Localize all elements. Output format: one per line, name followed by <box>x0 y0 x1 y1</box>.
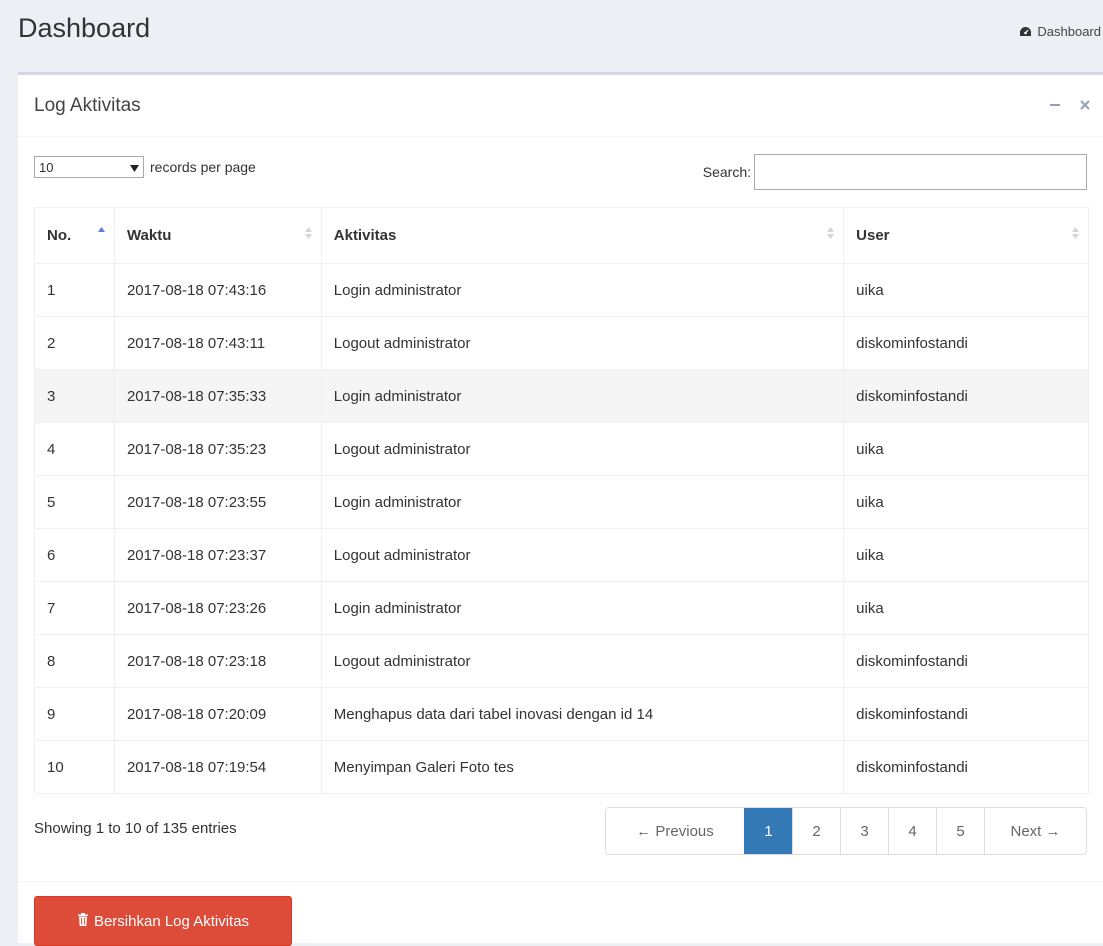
cell-no: 7 <box>34 581 115 635</box>
cell-aktivitas: Logout administrator <box>320 528 845 582</box>
pagination-page-4[interactable]: 4 <box>888 808 936 854</box>
cell-aktivitas: Menyimpan Galeri Foto tes <box>320 740 845 794</box>
page-length-select[interactable]: 10 <box>34 156 144 178</box>
cell-user: uika <box>843 422 1089 476</box>
cell-aktivitas: Login administrator <box>320 475 845 529</box>
cell-no: 4 <box>34 422 115 476</box>
cell-aktivitas: Logout administrator <box>320 316 845 370</box>
clear-log-button[interactable]: Bersihkan Log Aktivitas <box>34 896 292 946</box>
cell-user: diskominfostandi <box>843 634 1089 688</box>
cell-waktu: 2017-08-18 07:43:16 <box>113 263 322 317</box>
breadcrumb-dashboard-link[interactable]: Dashboard <box>1037 24 1101 39</box>
search-label: Search: <box>702 164 751 180</box>
cell-aktivitas: Logout administrator <box>320 634 845 688</box>
page-length-value: 10 <box>39 159 54 175</box>
table-row[interactable]: 3 2017-08-18 07:35:33 Login administrato… <box>34 369 1089 423</box>
cell-user: uika <box>843 475 1089 529</box>
cell-user: diskominfostandi <box>843 740 1089 794</box>
cell-waktu: 2017-08-18 07:19:54 <box>113 740 322 794</box>
table-row[interactable]: 6 2017-08-18 07:23:37 Logout administrat… <box>34 528 1089 582</box>
cell-aktivitas: Menghapus data dari tabel inovasi dengan… <box>320 687 845 741</box>
close-icon[interactable] <box>1077 97 1093 113</box>
cell-waktu: 2017-08-18 07:35:33 <box>113 369 322 423</box>
table-row[interactable]: 7 2017-08-18 07:23:26 Login administrato… <box>34 581 1089 635</box>
table-row[interactable]: 4 2017-08-18 07:35:23 Logout administrat… <box>34 422 1089 476</box>
cell-no: 3 <box>34 369 115 423</box>
table-info: Showing 1 to 10 of 135 entries <box>34 820 237 837</box>
sort-icon <box>304 225 313 245</box>
panel-title: Log Aktivitas <box>34 95 141 116</box>
sort-icon <box>826 225 835 245</box>
dashboard-icon <box>1019 26 1032 38</box>
cell-waktu: 2017-08-18 07:23:18 <box>113 634 322 688</box>
cell-waktu: 2017-08-18 07:20:09 <box>113 687 322 741</box>
pagination-next-button[interactable]: Next → <box>984 808 1086 854</box>
table-row[interactable]: 8 2017-08-18 07:23:18 Logout administrat… <box>34 634 1089 688</box>
cell-no: 1 <box>34 263 115 317</box>
minimize-icon[interactable] <box>1047 97 1063 113</box>
cell-waktu: 2017-08-18 07:23:26 <box>113 581 322 635</box>
cell-user: uika <box>843 263 1089 317</box>
table-row[interactable]: 5 2017-08-18 07:23:55 Login administrato… <box>34 475 1089 529</box>
chevron-down-icon <box>130 160 139 175</box>
cell-user: uika <box>843 528 1089 582</box>
content-header: Dashboard Dashboard <box>0 0 1103 72</box>
cell-aktivitas: Login administrator <box>320 263 845 317</box>
cell-user: uika <box>843 581 1089 635</box>
breadcrumb[interactable]: Dashboard <box>1019 24 1101 39</box>
search-input[interactable] <box>754 154 1087 190</box>
table-controls: 10 records per page Search: <box>34 154 1087 190</box>
cell-waktu: 2017-08-18 07:35:23 <box>113 422 322 476</box>
cell-aktivitas: Logout administrator <box>320 422 845 476</box>
cell-user: diskominfostandi <box>843 687 1089 741</box>
search-control: Search: <box>703 154 1087 190</box>
cell-aktivitas: Login administrator <box>320 369 845 423</box>
table-row[interactable]: 1 2017-08-18 07:43:16 Login administrato… <box>34 263 1089 317</box>
column-header-user[interactable]: User <box>843 207 1089 264</box>
cell-no: 10 <box>34 740 115 794</box>
cell-no: 5 <box>34 475 115 529</box>
clear-log-label: Bersihkan Log Aktivitas <box>93 912 250 930</box>
cell-waktu: 2017-08-18 07:23:55 <box>113 475 322 529</box>
log-aktivitas-panel: Log Aktivitas 10 records per page Search… <box>18 72 1103 946</box>
pagination: ← Previous 1 2 3 4 5 Next → <box>605 807 1087 855</box>
panel-tools <box>1047 97 1093 113</box>
table-row[interactable]: 2 2017-08-18 07:43:11 Logout administrat… <box>34 316 1089 370</box>
cell-waktu: 2017-08-18 07:23:37 <box>113 528 322 582</box>
pagination-previous-button[interactable]: ← Previous <box>606 808 744 854</box>
sort-asc-icon <box>97 225 106 245</box>
cell-no: 8 <box>34 634 115 688</box>
log-table: No. Waktu Aktivitas User 1 2017-08-18 07… <box>34 207 1089 794</box>
column-header-aktivitas[interactable]: Aktivitas <box>320 207 845 264</box>
cell-waktu: 2017-08-18 07:43:11 <box>113 316 322 370</box>
pagination-page-5[interactable]: 5 <box>936 808 984 854</box>
table-header-row: No. Waktu Aktivitas User <box>34 207 1089 264</box>
page-length-label: records per page <box>150 159 256 175</box>
panel-footer-divider <box>18 881 1103 882</box>
table-row[interactable]: 9 2017-08-18 07:20:09 Menghapus data dar… <box>34 687 1089 741</box>
cell-aktivitas: Login administrator <box>320 581 845 635</box>
pagination-page-2[interactable]: 2 <box>792 808 840 854</box>
pagination-page-1[interactable]: 1 <box>744 808 792 854</box>
cell-user: diskominfostandi <box>843 316 1089 370</box>
trash-icon <box>77 912 89 930</box>
cell-no: 9 <box>34 687 115 741</box>
cell-user: diskominfostandi <box>843 369 1089 423</box>
table-row[interactable]: 10 2017-08-18 07:19:54 Menyimpan Galeri … <box>34 740 1089 794</box>
column-header-waktu[interactable]: Waktu <box>113 207 322 264</box>
page-title: Dashboard <box>18 13 151 43</box>
pagination-page-3[interactable]: 3 <box>840 808 888 854</box>
sort-icon <box>1071 225 1080 245</box>
page-length-control: 10 records per page <box>34 156 256 178</box>
cell-no: 6 <box>34 528 115 582</box>
panel-header: Log Aktivitas <box>18 75 1103 137</box>
cell-no: 2 <box>34 316 115 370</box>
column-header-no[interactable]: No. <box>34 207 115 264</box>
